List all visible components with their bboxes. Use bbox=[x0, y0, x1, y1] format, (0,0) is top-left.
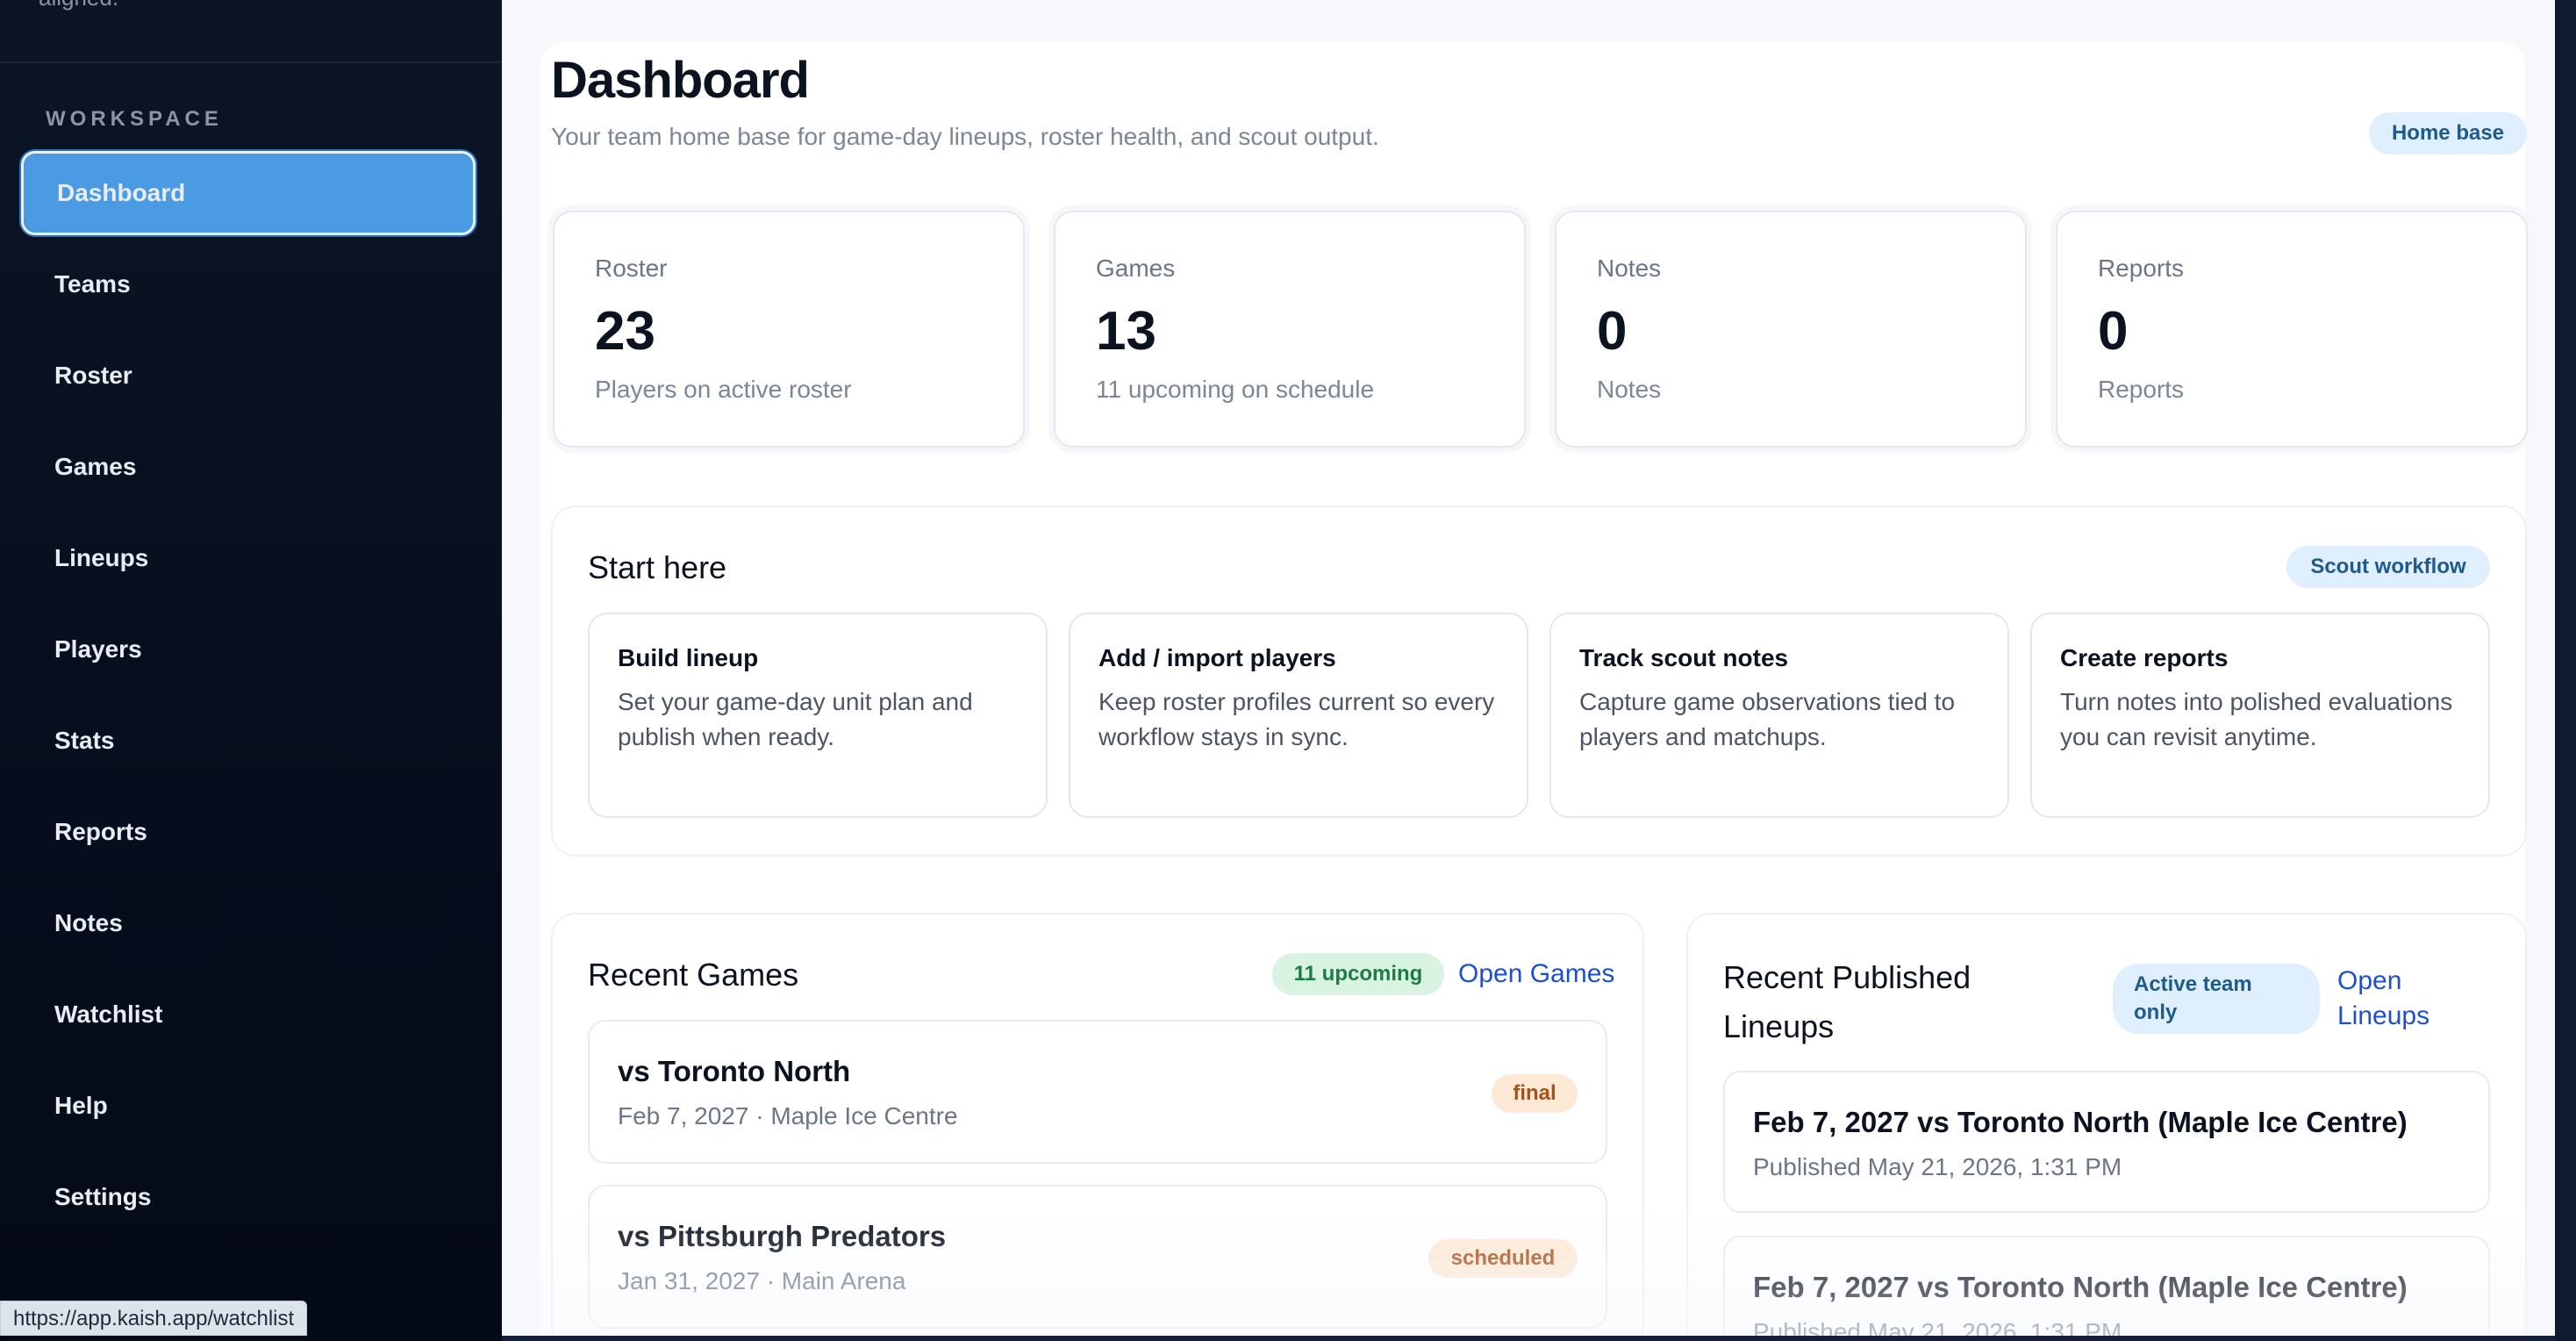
step-title: Add / import players bbox=[1098, 644, 1336, 671]
step-description: Capture game observations tied to player… bbox=[1579, 688, 1956, 750]
sidebar-divider bbox=[0, 61, 502, 63]
sidebar-item-lineups[interactable]: Lineups bbox=[21, 516, 476, 600]
stat-value: 13 bbox=[1096, 301, 1156, 362]
sidebar-item-dashboard[interactable]: Dashboard bbox=[21, 151, 476, 235]
stat-card-notes[interactable]: Notes 0 Notes bbox=[1555, 211, 2027, 448]
step-description: Set your game-day unit plan and publish … bbox=[618, 688, 973, 750]
stat-value: 23 bbox=[595, 301, 655, 362]
sidebar-item-help[interactable]: Help bbox=[21, 1064, 476, 1148]
stat-description: Players on active roster bbox=[595, 376, 852, 403]
game-title: vs Pittsburgh Predators bbox=[618, 1220, 947, 1252]
window-edge bbox=[2555, 0, 2576, 1341]
stat-card-games[interactable]: Games 13 11 upcoming on schedule bbox=[1054, 211, 1526, 448]
step-card-add-import-players[interactable]: Add / import players Keep roster profile… bbox=[1069, 613, 1528, 818]
sidebar-item-players[interactable]: Players bbox=[21, 607, 476, 692]
stat-label: Games bbox=[1096, 255, 1176, 282]
step-description: Turn notes into polished evaluations you… bbox=[2060, 688, 2453, 750]
game-details: Jan 31, 2027 · Main Arena bbox=[618, 1267, 906, 1294]
sidebar-item-watchlist[interactable]: Watchlist bbox=[21, 972, 476, 1057]
sidebar-item-teams[interactable]: Teams bbox=[21, 242, 476, 326]
game-status-badge: final bbox=[1492, 1074, 1578, 1113]
recent-lineups-title: Recent Published Lineups bbox=[1723, 953, 1971, 1051]
stat-description: Reports bbox=[2098, 376, 2185, 403]
upcoming-games-badge: 11 upcoming bbox=[1272, 953, 1444, 995]
sidebar-item-notes[interactable]: Notes bbox=[21, 881, 476, 965]
sidebar-item-games[interactable]: Games bbox=[21, 425, 476, 509]
active-team-badge-line2: only bbox=[2134, 1000, 2178, 1024]
recent-lineups-title-line1: Recent Published bbox=[1723, 959, 1971, 995]
lineup-published-date: Published May 21, 2026, 1:31 PM bbox=[1753, 1153, 2122, 1180]
stat-value: 0 bbox=[1597, 301, 1628, 362]
stat-card-reports[interactable]: Reports 0 Reports bbox=[2056, 211, 2528, 448]
sidebar-item-roster[interactable]: Roster bbox=[21, 333, 476, 418]
open-lineups-link-line1: Open bbox=[2337, 966, 2402, 995]
game-row[interactable]: vs Toronto North Feb 7, 2027 · Maple Ice… bbox=[588, 1020, 1607, 1164]
lineup-row[interactable]: Feb 7, 2027 vs Toronto North (Maple Ice … bbox=[1723, 1236, 2490, 1341]
step-description: Keep roster profiles current so every wo… bbox=[1098, 688, 1495, 750]
stat-card-roster[interactable]: Roster 23 Players on active roster bbox=[553, 211, 1025, 448]
open-games-link[interactable]: Open Games bbox=[1458, 959, 1614, 989]
sidebar-item-stats[interactable]: Stats bbox=[21, 699, 476, 783]
step-card-create-reports[interactable]: Create reports Turn notes into polished … bbox=[2030, 613, 2490, 818]
step-title: Track scout notes bbox=[1579, 644, 1789, 671]
game-row[interactable]: vs Pittsburgh Predators Jan 31, 2027 · M… bbox=[588, 1185, 1607, 1329]
stat-description: Notes bbox=[1597, 376, 1662, 403]
stat-value: 0 bbox=[2098, 301, 2129, 362]
status-bar-url: https://app.kaish.app/watchlist bbox=[0, 1301, 308, 1336]
game-title: vs Toronto North bbox=[618, 1055, 851, 1087]
stat-label: Notes bbox=[1597, 255, 1662, 282]
sidebar: aligned. WORKSPACE Dashboard Teams Roste… bbox=[0, 0, 502, 1341]
lineup-title: Feb 7, 2027 vs Toronto North (Maple Ice … bbox=[1753, 1271, 2408, 1303]
window-bottom-edge-top bbox=[502, 1336, 2555, 1341]
page-subtitle: Your team home base for game-day lineups… bbox=[551, 123, 1379, 150]
stat-label: Roster bbox=[595, 255, 668, 282]
start-here-title: Start here bbox=[588, 549, 727, 585]
game-status-badge: scheduled bbox=[1428, 1239, 1578, 1278]
brand-logo[interactable]: aligned. bbox=[39, 0, 118, 11]
recent-games-title: Recent Games bbox=[588, 957, 799, 993]
step-title: Create reports bbox=[2060, 644, 2229, 671]
open-lineups-link-line2: Lineups bbox=[2337, 1001, 2430, 1030]
active-team-badge: Active team only bbox=[2113, 964, 2320, 1034]
workspace-label: WORKSPACE bbox=[46, 107, 223, 131]
stat-label: Reports bbox=[2098, 255, 2185, 282]
sidebar-item-reports[interactable]: Reports bbox=[21, 790, 476, 874]
step-card-build-lineup[interactable]: Build lineup Set your game-day unit plan… bbox=[588, 613, 1048, 818]
home-base-badge: Home base bbox=[2369, 112, 2527, 154]
active-team-badge-line1: Active team bbox=[2134, 972, 2252, 996]
stat-description: 11 upcoming on schedule bbox=[1096, 376, 1375, 403]
lineup-title: Feb 7, 2027 vs Toronto North (Maple Ice … bbox=[1753, 1106, 2408, 1138]
open-lineups-link[interactable]: Open Lineups bbox=[2337, 964, 2429, 1034]
sidebar-nav: Dashboard Teams Roster Games Lineups Pla… bbox=[21, 151, 476, 1246]
scout-workflow-badge: Scout workflow bbox=[2286, 546, 2490, 588]
sidebar-item-settings[interactable]: Settings bbox=[21, 1155, 476, 1239]
recent-lineups-title-line2: Lineups bbox=[1723, 1008, 1835, 1044]
lineup-row[interactable]: Feb 7, 2027 vs Toronto North (Maple Ice … bbox=[1723, 1071, 2490, 1213]
game-details: Feb 7, 2027 · Maple Ice Centre bbox=[618, 1102, 958, 1129]
step-card-track-scout-notes[interactable]: Track scout notes Capture game observati… bbox=[1549, 613, 2009, 818]
step-title: Build lineup bbox=[618, 644, 759, 671]
page-title: Dashboard bbox=[551, 52, 810, 109]
